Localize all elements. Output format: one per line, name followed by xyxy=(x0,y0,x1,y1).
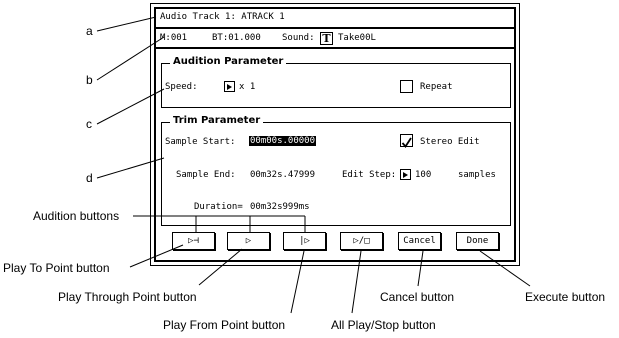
callout-execute: Execute button xyxy=(525,290,606,304)
callout-play-from-point: Play From Point button xyxy=(163,318,286,332)
callout-cancel: Cancel button xyxy=(380,290,455,304)
callout-c: c xyxy=(86,117,92,131)
callout-audition-buttons: Audition buttons xyxy=(33,209,120,223)
callout-a: a xyxy=(86,24,93,38)
callout-play-to-point: Play To Point button xyxy=(3,261,110,275)
callout-d: d xyxy=(86,171,93,185)
callout-b: b xyxy=(86,73,93,87)
callout-leader-lines xyxy=(96,16,531,314)
callout-all-play-stop: All Play/Stop button xyxy=(331,318,436,332)
callout-play-through-point: Play Through Point button xyxy=(58,290,197,304)
